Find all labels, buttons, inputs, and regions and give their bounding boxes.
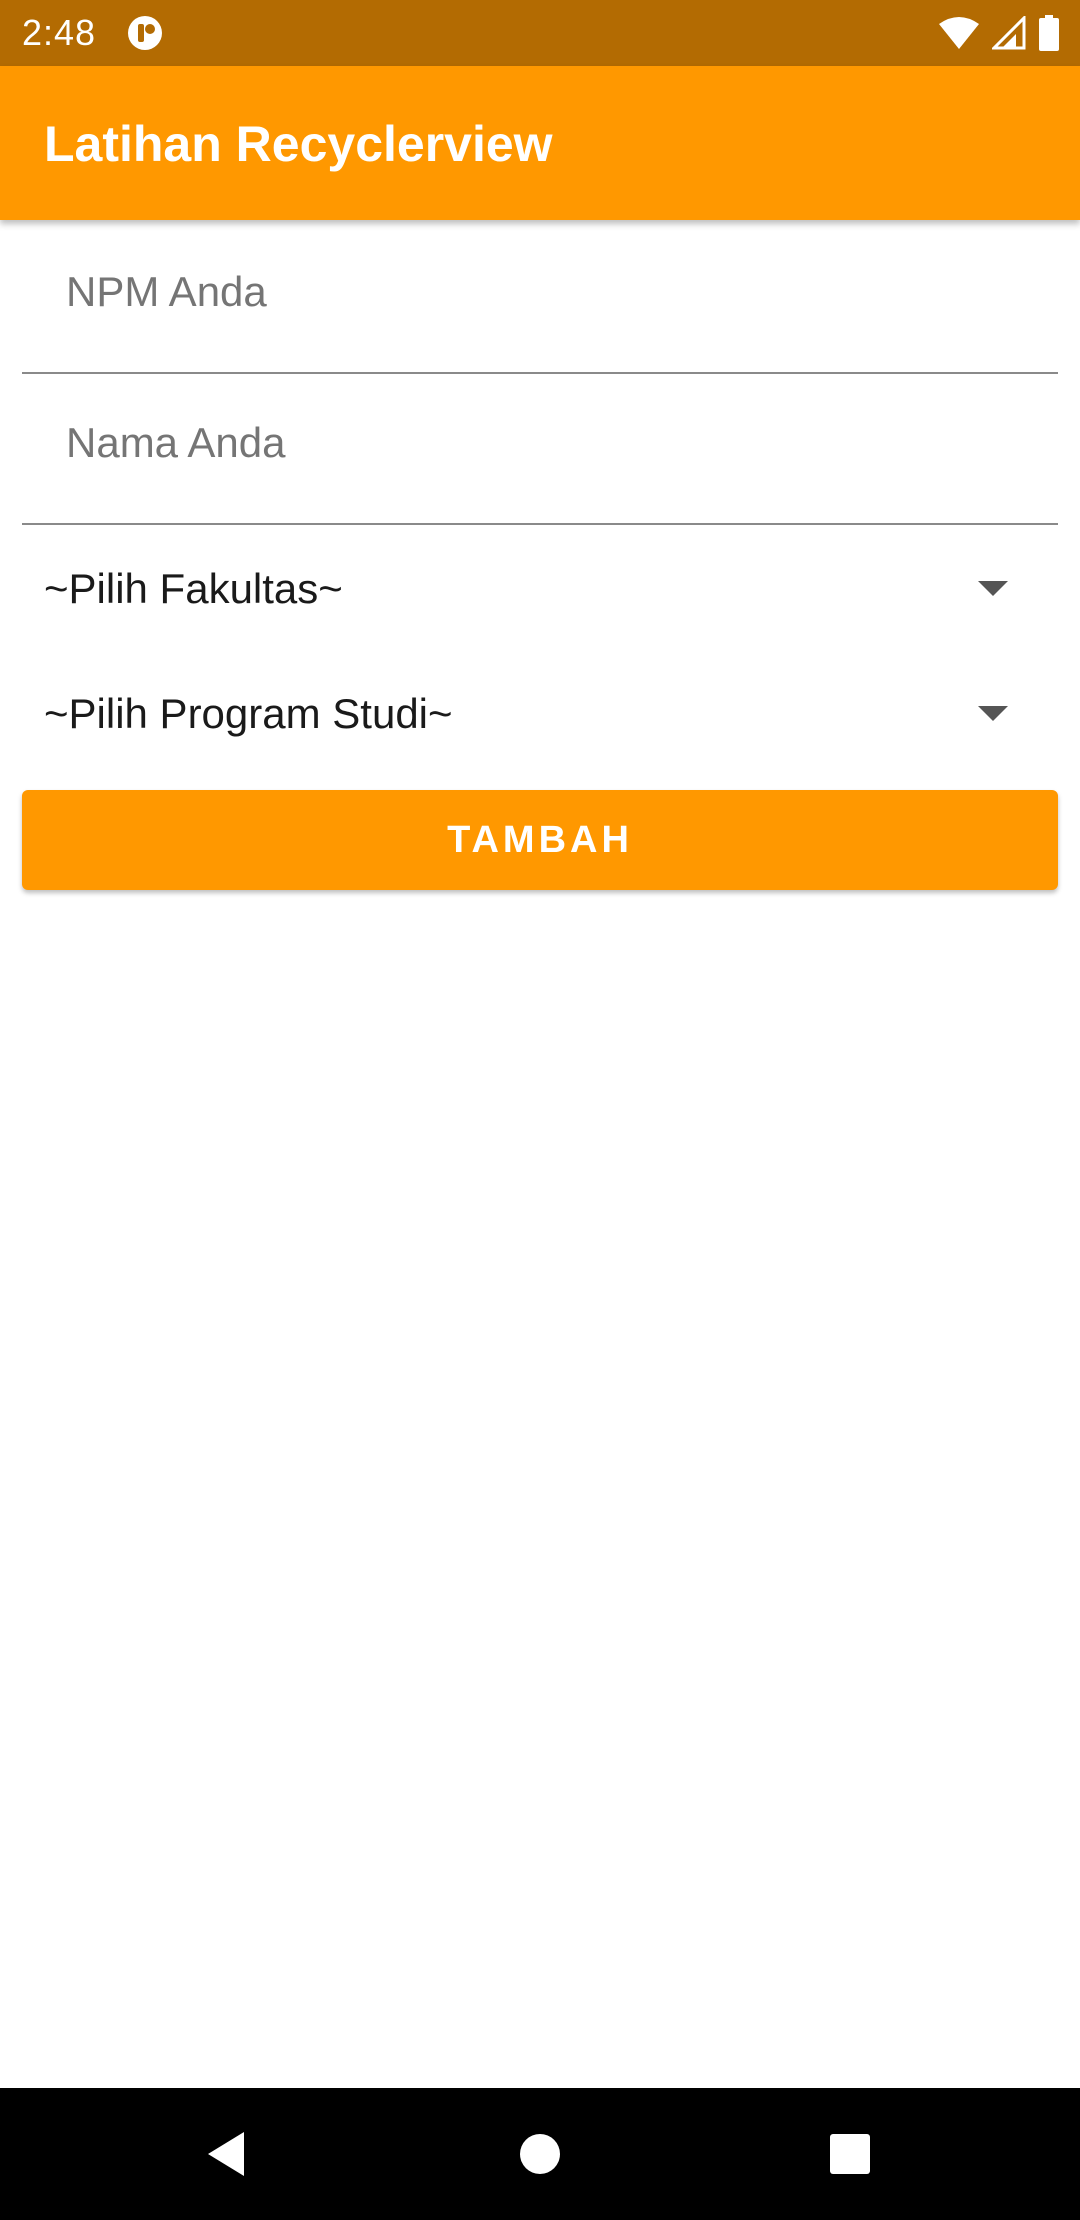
home-icon <box>520 2134 560 2174</box>
status-icons <box>938 13 1060 53</box>
fakultas-selected-label: ~Pilih Fakultas~ <box>44 565 343 612</box>
tambah-button[interactable]: TAMBAH <box>22 790 1058 890</box>
prodi-spinner[interactable]: ~Pilih Program Studi~ <box>22 659 1058 769</box>
fakultas-spinner[interactable]: ~Pilih Fakultas~ <box>22 534 1058 644</box>
navigation-bar <box>0 2088 1080 2220</box>
app-bar: Latihan Recyclerview <box>0 66 1080 220</box>
app-notification-icon <box>128 16 162 50</box>
app-title: Latihan Recyclerview <box>44 116 553 172</box>
back-button[interactable] <box>190 2118 262 2190</box>
nama-input[interactable] <box>66 413 1026 473</box>
back-icon <box>208 2132 244 2176</box>
tambah-button-label: TAMBAH <box>447 818 633 861</box>
npm-field <box>22 222 1058 374</box>
status-bar: 2:48 <box>0 0 1080 66</box>
npm-input[interactable] <box>66 262 1026 322</box>
nama-field <box>22 373 1058 525</box>
wifi-icon <box>939 17 979 49</box>
cell-signal-icon <box>992 16 1026 50</box>
dropdown-arrow-icon <box>978 706 1008 721</box>
home-button[interactable] <box>504 2118 576 2190</box>
recents-button[interactable] <box>814 2118 886 2190</box>
battery-icon <box>1039 15 1059 51</box>
dropdown-arrow-icon <box>978 581 1008 596</box>
status-time: 2:48 <box>22 12 97 53</box>
prodi-selected-label: ~Pilih Program Studi~ <box>44 690 453 737</box>
recents-icon <box>830 2134 870 2174</box>
